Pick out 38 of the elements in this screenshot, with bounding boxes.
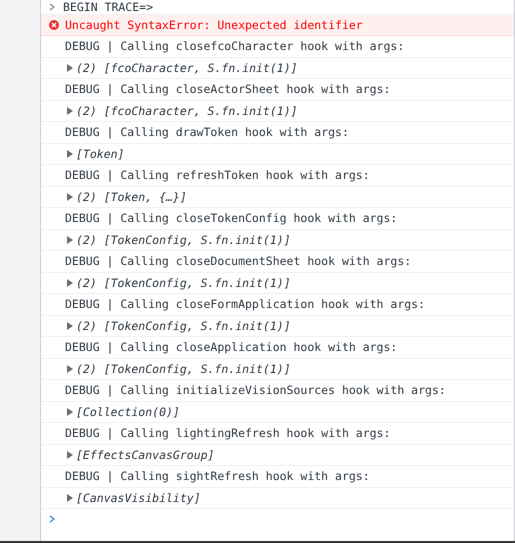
log-message: DEBUG | Calling closeApplication hook with args: (65, 340, 398, 354)
expand-triangle-icon[interactable] (67, 408, 73, 416)
log-message: DEBUG | Calling lightingRefresh hook with args: (65, 426, 390, 440)
log-message: DEBUG | Calling closeTokenConfig hook with args: (65, 211, 398, 226)
log-message: DEBUG | Calling closeFormApplication hook with args: (65, 297, 426, 312)
chevron-icon (49, 3, 55, 11)
object-preview[interactable]: (2) [TokenConfig, S.fn.init(1)] (76, 232, 291, 247)
expand-triangle-icon[interactable] (67, 64, 73, 72)
expand-triangle-icon[interactable] (67, 106, 73, 115)
object-preview[interactable]: (2) [TokenConfig, S.fn.init(1)] (76, 318, 291, 333)
log-message: DEBUG | Calling closeDocumentSheet hook with args: (65, 254, 412, 268)
expand-triangle-icon[interactable] (67, 150, 73, 158)
object-preview[interactable]: (2) [Token, {…}] (76, 190, 187, 204)
expand-triangle-icon[interactable] (67, 450, 73, 459)
object-preview[interactable]: [Token] (76, 146, 124, 161)
object-preview[interactable]: (2) [fcoCharacter, S.fn.init(1)] (76, 104, 298, 118)
command-text: BEGIN TRACE=> (63, 0, 154, 14)
object-preview[interactable]: [CanvasVisibility] (76, 490, 201, 505)
object-preview[interactable]: (2) [fcoCharacter, S.fn.init(1)] (76, 60, 298, 75)
log-message: DEBUG | Calling initializeVisionSources hook with args: (65, 383, 446, 398)
log-message: DEBUG | Calling refreshToken hook with args: (65, 168, 370, 182)
object-preview[interactable]: [Collection(0)] (76, 404, 180, 419)
log-message: DEBUG | Calling closefcoCharacter hook with args: (65, 39, 404, 54)
expand-triangle-icon[interactable] (67, 192, 73, 201)
log-message: DEBUG | Calling sightRefresh hook with args: (65, 469, 370, 484)
log-message: DEBUG | Calling closeActorSheet hook with args: (65, 82, 390, 96)
object-preview[interactable]: [EffectsCanvasGroup] (76, 448, 214, 462)
error-message: Uncaught SyntaxError: Unexpected identifier (65, 18, 363, 32)
log-message: DEBUG | Calling drawToken hook with args: (65, 125, 349, 140)
expand-triangle-icon[interactable] (67, 236, 73, 244)
object-preview[interactable]: (2) [TokenConfig, S.fn.init(1)] (76, 362, 291, 376)
error-icon (49, 20, 59, 30)
expand-triangle-icon[interactable] (67, 278, 73, 287)
object-preview[interactable]: (2) [TokenConfig, S.fn.init(1)] (76, 276, 291, 290)
prompt-icon (49, 515, 55, 523)
expand-triangle-icon[interactable] (67, 364, 73, 373)
expand-triangle-icon[interactable] (67, 322, 73, 330)
expand-triangle-icon[interactable] (67, 494, 73, 502)
